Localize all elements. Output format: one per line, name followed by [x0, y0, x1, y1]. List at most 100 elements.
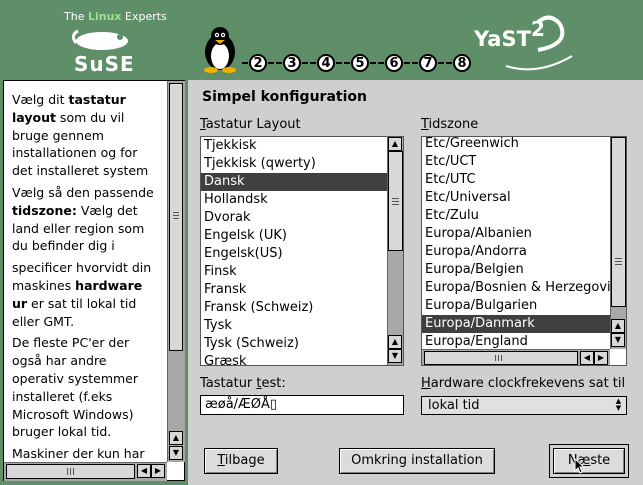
help-paragraph: De fleste PC'er der også har andre opera…	[12, 334, 154, 441]
next-button-label-end: ste	[590, 453, 611, 468]
step-2: 2	[249, 54, 267, 72]
timezone-scroll-right-arrow-icon[interactable]: ▶	[594, 351, 608, 365]
help-text: Vælg dit tastatur layout som du vil brug…	[12, 91, 154, 459]
timezone-list-item[interactable]: Etc/Greenwich	[422, 137, 610, 153]
keyboard-scroll-up-arrow-icon[interactable]: ▲	[388, 137, 402, 151]
timezone-items: Etc/Greenwich Etc/UCT Etc/UTC Etc/Universal…	[422, 137, 611, 351]
keyboard-layout-list-item[interactable]: Græsk	[201, 353, 387, 365]
timezone-list-item[interactable]: Europa/Andorra	[422, 243, 610, 261]
timezone-list-item[interactable]: Europa/Danmark	[422, 315, 610, 333]
keyboard-layout-items: Tjekkisk Tjekkisk (qwerty) Dansk Hollandsk D…	[201, 137, 387, 365]
svg-text:2: 2	[531, 17, 545, 41]
keyboard-scroll-thumb[interactable]	[388, 151, 403, 251]
help-scroll-left-arrow-icon[interactable]: ◀	[137, 464, 151, 478]
timezone-label-text: idszone	[428, 117, 479, 132]
help-horizontal-scrollbar[interactable]: ◀ ▶	[4, 462, 167, 481]
hardware-clock-value: lokal tid	[428, 398, 480, 413]
help-scroll-thumb[interactable]	[169, 83, 183, 351]
timezone-list[interactable]: Etc/Greenwich Etc/UCT Etc/UTC Etc/Universal…	[421, 136, 627, 366]
step-3: 3	[283, 54, 301, 72]
keyboard-layout-list-item[interactable]: Tjekkisk	[201, 137, 387, 155]
help-scroll-up-arrow-icon[interactable]: ▲	[169, 431, 183, 445]
timezone-scroll-thumb[interactable]	[611, 137, 626, 307]
select-updown-arrow-icon: ▲ ▼	[615, 397, 622, 412]
hardware-clock-label: Hardware clockfrekevens sat til	[421, 376, 625, 391]
back-button[interactable]: Tilbage	[204, 448, 278, 474]
keyboard-layout-list-item[interactable]: Engelsk (UK)	[201, 227, 387, 245]
timezone-list-item[interactable]: Europa/Albanien	[422, 225, 610, 243]
step-6: 6	[385, 54, 403, 72]
keyboard-layout-list[interactable]: Tjekkisk Tjekkisk (qwerty) Dansk Hollandsk D…	[200, 136, 404, 366]
keyboard-layout-list-item[interactable]: Fransk	[201, 281, 387, 299]
step-8: 8	[453, 54, 471, 72]
help-vertical-scrollbar[interactable]: ▲ ▼	[167, 81, 185, 462]
yast-installer-window: The Linux Experts SuSE 2 3 4 5 6 7 8 2 Y…	[0, 0, 643, 485]
keyboard-layout-list-item[interactable]: Engelsk(US)	[201, 245, 387, 263]
timezone-label-mnemonic: T	[421, 117, 429, 132]
timezone-horizontal-scrollbar[interactable]: ◀ ▶	[422, 349, 610, 365]
tagline-highlight: Linux	[87, 10, 122, 23]
abort-installation-button[interactable]: Omkring installation	[339, 448, 495, 474]
help-text-run: Maskiner der kun har	[12, 446, 145, 459]
timezone-list-item[interactable]: Europa/Belgien	[422, 261, 610, 279]
help-hscroll-thumb[interactable]	[6, 464, 135, 479]
timezone-list-item[interactable]: Europa/Bulgarien	[422, 297, 610, 315]
keyboard-test-input[interactable]: æøå/ÆØÅ▯	[200, 395, 404, 415]
keyboard-layout-list-item[interactable]: Finsk	[201, 263, 387, 281]
timezone-list-item[interactable]: Etc/Universal	[422, 189, 610, 207]
help-paragraph: Vælg så den passende tidszone: Vælg det …	[12, 184, 154, 255]
help-scroll-down-arrow-icon[interactable]: ▼	[169, 446, 183, 460]
timezone-list-item[interactable]: Etc/Zulu	[422, 207, 610, 225]
keyboard-layout-label: Tastatur Layout	[200, 117, 301, 132]
keyboard-label-text: astatur Layout	[205, 117, 301, 132]
keyboard-list-scrollbar[interactable]: ▲ ▲ ▼	[387, 137, 403, 365]
help-text-run: er sat til lokal tid eller GMT.	[12, 295, 137, 329]
help-paragraph: Vælg dit tastatur layout som du vil brug…	[12, 91, 154, 180]
timezone-scroll-down-arrow-icon[interactable]: ▼	[611, 333, 625, 347]
step-4: 4	[317, 54, 335, 72]
timezone-scroll-up-arrow-icon[interactable]: ▲	[611, 319, 625, 333]
keyboard-layout-list-item[interactable]: Dansk	[201, 173, 387, 191]
help-text-run: Vælg så den passende	[12, 184, 154, 200]
keyboard-test-label-text: Tastatur	[200, 376, 257, 391]
tux-penguin-icon	[204, 27, 236, 73]
keyboard-layout-list-item[interactable]: Tjekkisk (qwerty)	[201, 155, 387, 173]
hardware-clock-select[interactable]: lokal tid ▲ ▼	[421, 396, 627, 415]
timezone-list-item[interactable]: Etc/UTC	[422, 171, 610, 189]
keyboard-layout-list-item[interactable]: Tysk (Schweiz)	[201, 335, 387, 353]
page-title: Simpel konfiguration	[202, 89, 367, 105]
help-paragraph: Maskiner der kun har	[12, 445, 154, 459]
timezone-list-scrollbar[interactable]: ▲ ▼	[610, 137, 626, 349]
hardware-clock-label-mnemonic: H	[421, 376, 431, 391]
hardware-clock-label-text: ardware clockfrekevens sat til	[430, 376, 626, 391]
timezone-hscroll-thumb[interactable]	[424, 351, 578, 365]
step-5: 5	[351, 54, 369, 72]
tagline-suffix: Experts	[121, 10, 167, 23]
chameleon-logo-icon	[72, 29, 128, 50]
help-panel: Vælg dit tastatur layout som du vil brug…	[3, 80, 185, 481]
timezone-scroll-left-arrow-icon[interactable]: ◀	[580, 351, 594, 365]
keyboard-layout-list-item[interactable]: Fransk (Schweiz)	[201, 299, 387, 317]
keyboard-scroll-up-arrow-icon-2[interactable]: ▲	[388, 335, 402, 349]
help-text-bold: tidszone:	[12, 202, 77, 218]
timezone-list-item[interactable]: Europa/Bosnien & Herzegovi	[422, 279, 611, 297]
main-content: Simpel konfiguration Tastatur Layout Tje…	[188, 80, 643, 485]
keyboard-layout-list-item[interactable]: Dvorak	[201, 209, 387, 227]
help-paragraph: specificer hvorvidt din maskines hardwar…	[12, 259, 154, 330]
keyboard-test-label-rest: est:	[261, 376, 286, 391]
header-banner: The Linux Experts SuSE 2 3 4 5 6 7 8 2 Y…	[0, 0, 643, 78]
help-text-run: Vælg dit	[12, 92, 69, 107]
mouse-cursor-icon	[574, 458, 586, 474]
timezone-list-item[interactable]: Etc/UCT	[422, 153, 610, 171]
keyboard-layout-list-item[interactable]: Tysk	[201, 317, 387, 335]
back-button-label: ilbage	[224, 453, 265, 468]
next-button[interactable]: Næste	[553, 448, 625, 474]
keyboard-scroll-down-arrow-icon[interactable]: ▼	[388, 349, 402, 363]
help-scroll-right-arrow-icon[interactable]: ▶	[151, 464, 165, 478]
help-text-run: De fleste PC'er der også har andre opera…	[12, 335, 139, 440]
keyboard-layout-list-item[interactable]: Hollandsk	[201, 191, 387, 209]
tagline-prefix: The	[64, 10, 88, 23]
timezone-label: Tidszone	[421, 117, 478, 132]
back-button-mnemonic: T	[217, 453, 225, 468]
brand-tagline: The Linux Experts	[64, 10, 167, 23]
